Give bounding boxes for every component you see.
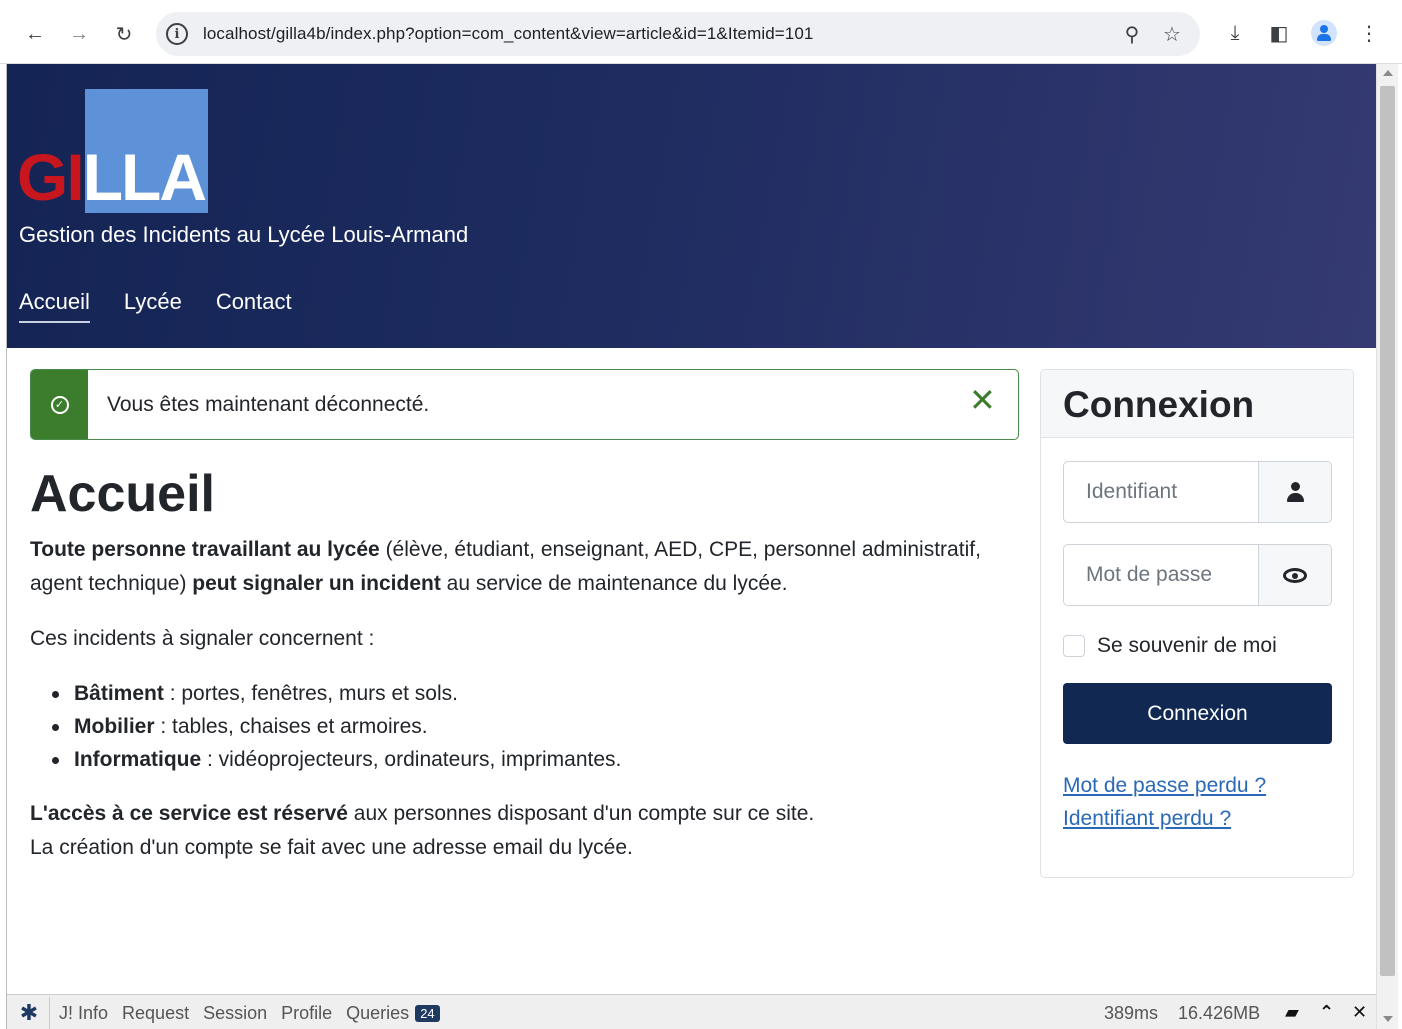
category-term: Mobilier — [74, 715, 155, 738]
debug-time[interactable]: 389ms — [1104, 1003, 1158, 1024]
joomla-icon[interactable]: ✱ — [15, 1000, 43, 1025]
remember-me: Se souvenir de moi — [1063, 634, 1277, 658]
debug-stats: 389ms 16.426MB — [1104, 1003, 1260, 1024]
close-icon[interactable]: ✕ — [1352, 1002, 1367, 1023]
debug-tab-request[interactable]: Request — [122, 1003, 189, 1024]
scroll-up-icon[interactable] — [1383, 70, 1393, 76]
debug-tab-queries[interactable]: Queries 24 — [346, 1003, 440, 1024]
back-arrow-icon[interactable]: ← — [21, 20, 49, 48]
reload-icon[interactable]: ↻ — [110, 20, 138, 48]
site-tagline: Gestion des Incidents au Lycée Louis-Arm… — [19, 222, 469, 247]
page-title: Accueil — [30, 465, 215, 523]
page-scrollbar[interactable] — [1376, 64, 1398, 1029]
scroll-down-icon[interactable] — [1383, 1016, 1393, 1022]
intro-text-2: au service de maintenance du lycée. — [440, 572, 788, 595]
alert-message: Vous êtes maintenant déconnecté. — [107, 393, 430, 416]
eye-icon — [1283, 567, 1307, 583]
menu-item-contact[interactable]: Contact — [216, 289, 292, 323]
chevron-up-icon[interactable]: ⌃ — [1319, 1002, 1334, 1023]
forward-arrow-icon[interactable]: → — [65, 20, 93, 48]
debug-tab-session[interactable]: Session — [203, 1003, 267, 1024]
show-password-button[interactable] — [1258, 545, 1331, 605]
debug-bar: ✱ J! Info Request Session Profile Querie… — [7, 994, 1376, 1029]
debug-tabs: J! Info Request Session Profile Queries 2… — [59, 1003, 440, 1024]
username-input[interactable] — [1064, 462, 1258, 522]
folder-icon[interactable]: ▰ — [1285, 1002, 1299, 1023]
check-circle-icon: ✓ — [50, 395, 69, 414]
logout-alert: ✓ Vous êtes maintenant déconnecté. ✕ — [30, 369, 1019, 440]
forgot-username-link[interactable]: Identifiant perdu ? — [1063, 802, 1266, 835]
debug-tab-profile[interactable]: Profile — [281, 1003, 332, 1024]
list-item: Bâtiment : portes, fenêtres, murs et sol… — [49, 677, 621, 710]
site-header: GILLA Gestion des Incidents au Lycée Lou… — [7, 64, 1376, 348]
address-bar[interactable]: i localhost/gilla4b/index.php?option=com… — [156, 12, 1200, 56]
category-text: : tables, chaises et armoires. — [154, 715, 428, 738]
login-title: Connexion — [1063, 384, 1255, 425]
user-icon — [1286, 482, 1304, 502]
forgot-password-link[interactable]: Mot de passe perdu ? — [1063, 769, 1266, 802]
debug-tab-info[interactable]: J! Info — [59, 1003, 108, 1024]
scroll-thumb[interactable] — [1380, 86, 1395, 976]
page-viewport: GILLA Gestion des Incidents au Lycée Lou… — [6, 64, 1376, 1029]
alert-icon-box: ✓ — [31, 370, 88, 439]
main-menu: Accueil Lycée Contact — [19, 289, 292, 323]
login-button[interactable]: Connexion — [1063, 683, 1332, 744]
incident-categories: Bâtiment : portes, fenêtres, murs et sol… — [49, 677, 621, 776]
browser-toolbar: ← → ↻ i localhost/gilla4b/index.php?opti… — [0, 0, 1402, 64]
access-bold: L'accès à ce service est réservé — [30, 802, 348, 825]
menu-item-lycee[interactable]: Lycée — [124, 289, 182, 323]
password-input[interactable] — [1064, 545, 1258, 605]
category-text: : portes, fenêtres, murs et sols. — [163, 682, 458, 705]
menu-item-accueil[interactable]: Accueil — [19, 289, 90, 323]
login-links: Mot de passe perdu ? Identifiant perdu ? — [1063, 769, 1266, 835]
incidents-intro: Ces incidents à signaler concernent : — [30, 627, 375, 650]
access-paragraph: L'accès à ce service est réservé aux per… — [30, 797, 814, 831]
intro-paragraph: Toute personne travaillant au lycée (élè… — [30, 533, 1020, 601]
list-item: Mobilier : tables, chaises et armoires. — [49, 710, 621, 743]
category-term: Bâtiment — [74, 682, 164, 705]
login-module: Connexion Se souvenir de moi Connexion M… — [1040, 369, 1354, 878]
account-paragraph: La création d'un compte se fait avec une… — [30, 836, 633, 859]
url-text[interactable]: localhost/gilla4b/index.php?option=com_c… — [203, 24, 813, 44]
username-field — [1063, 461, 1332, 523]
side-panel-icon[interactable]: ◧ — [1266, 20, 1292, 46]
intro-bold-2: peut signaler un incident — [192, 572, 441, 595]
login-card-header: Connexion — [1041, 370, 1353, 438]
star-icon[interactable]: ☆ — [1160, 22, 1184, 46]
queries-count-badge: 24 — [415, 1005, 440, 1022]
logo-gi: GI — [17, 140, 85, 214]
zoom-icon[interactable]: ⚲ — [1120, 22, 1144, 46]
debug-memory[interactable]: 16.426MB — [1178, 1003, 1260, 1024]
username-addon — [1258, 462, 1331, 522]
category-term: Informatique — [74, 748, 202, 771]
site-logo[interactable]: GILLA — [17, 144, 207, 210]
profile-icon[interactable] — [1311, 20, 1337, 46]
intro-bold-1: Toute personne travaillant au lycée — [30, 538, 380, 561]
category-text: : vidéoprojecteurs, ordinateurs, imprima… — [201, 748, 622, 771]
download-icon[interactable]: ⤓ — [1222, 20, 1248, 46]
queries-label: Queries — [346, 1003, 410, 1023]
list-item: Informatique : vidéoprojecteurs, ordinat… — [49, 743, 621, 776]
debug-separator — [49, 997, 50, 1029]
close-icon[interactable]: ✕ — [969, 384, 996, 416]
remember-checkbox[interactable] — [1063, 635, 1085, 657]
kebab-menu-icon[interactable]: ⋮ — [1356, 20, 1382, 46]
remember-label[interactable]: Se souvenir de moi — [1097, 634, 1277, 658]
access-text: aux personnes disposant d'un compte sur … — [347, 802, 815, 825]
password-field — [1063, 544, 1332, 606]
logo-lla: LLA — [82, 140, 207, 214]
site-info-icon[interactable]: i — [166, 23, 188, 45]
